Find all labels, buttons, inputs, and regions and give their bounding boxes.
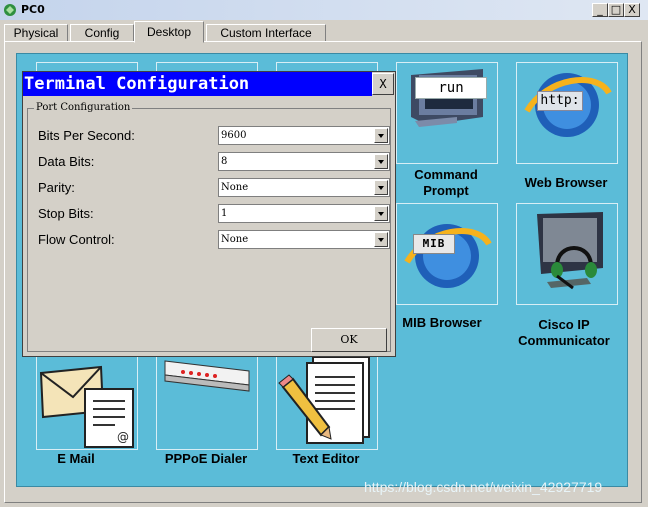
bits-per-second-value: 9600 [221,130,247,141]
web-browser-tile[interactable]: http: [516,62,618,164]
flow-control-value: None [221,234,249,245]
data-bits-label: Data Bits: [38,154,95,169]
chevron-down-icon[interactable] [374,128,388,143]
data-bits-select[interactable]: 8 [218,152,390,171]
http-text: http: [537,91,583,111]
modem-icon [164,360,250,392]
stop-bits-value: 1 [221,208,228,219]
pencil-document-icon [278,356,370,444]
command-prompt-tile[interactable]: run [396,62,498,164]
bits-per-second-label: Bits Per Second: [38,128,135,143]
maximize-button[interactable]: □ [608,3,624,17]
mib-text: MIB [413,234,455,254]
dialog-title[interactable]: Terminal Configuration [23,72,372,96]
cisco-pc-icon [4,4,16,16]
stop-bits-label: Stop Bits: [38,206,94,221]
dialog-close-button[interactable]: X [372,73,394,95]
text-editor-label[interactable]: Text Editor [261,451,391,467]
data-bits-value: 8 [221,156,228,167]
globe-icon [524,73,612,137]
mib-browser-label[interactable]: MIB Browser [377,315,507,331]
pppoe-dialer-tile[interactable] [156,348,258,450]
web-browser-label[interactable]: Web Browser [501,175,631,191]
chevron-down-icon[interactable] [374,154,388,169]
email-tile[interactable]: @ [36,348,138,450]
chevron-down-icon[interactable] [374,180,388,195]
flow-control-label: Flow Control: [38,232,115,247]
mib-globe-icon [404,224,492,288]
cisco-ip-communicator-tile[interactable] [516,203,618,305]
close-button[interactable]: X [624,3,640,17]
ok-button[interactable]: OK [311,328,387,352]
tab-custom-interface[interactable]: Custom Interface [206,24,326,42]
watermark-text: https://blog.csdn.net/weixin_42927719 [364,479,603,495]
chevron-down-icon[interactable] [374,232,388,247]
stop-bits-select[interactable]: 1 [218,204,390,223]
window-title: PC0 [21,3,45,16]
parity-label: Parity: [38,180,75,195]
tab-config[interactable]: Config [70,24,134,42]
text-editor-tile[interactable] [276,348,378,450]
minimize-button[interactable]: _ [592,3,608,17]
tab-physical[interactable]: Physical [4,24,68,42]
envelope-icon: @ [39,365,134,448]
terminal-configuration-dialog: Terminal Configuration X Port Configurat… [22,71,396,357]
port-configuration-group: Port Configuration Bits Per Second: 9600… [27,102,391,352]
command-prompt-label[interactable]: Command Prompt [381,167,511,199]
mib-browser-tile[interactable]: MIB [396,203,498,305]
group-title: Port Configuration [34,102,133,114]
parity-select[interactable]: None [218,178,390,197]
run-text: run [415,77,487,99]
flow-control-select[interactable]: None [218,230,390,249]
chevron-down-icon[interactable] [374,206,388,221]
tab-bar: Physical Config Desktop Custom Interface [0,20,648,43]
pppoe-dialer-label[interactable]: PPPoE Dialer [141,451,271,467]
email-label[interactable]: E Mail [11,451,141,467]
parity-value: None [221,182,249,193]
svg-text:@: @ [117,430,129,444]
bits-per-second-select[interactable]: 9600 [218,126,390,145]
window-title-bar[interactable]: PC0 _ □ X [0,0,648,20]
tab-desktop[interactable]: Desktop [134,21,204,43]
headset-monitor-icon [537,212,603,290]
cisco-ip-communicator-label[interactable]: Cisco IP Communicator [499,317,629,349]
